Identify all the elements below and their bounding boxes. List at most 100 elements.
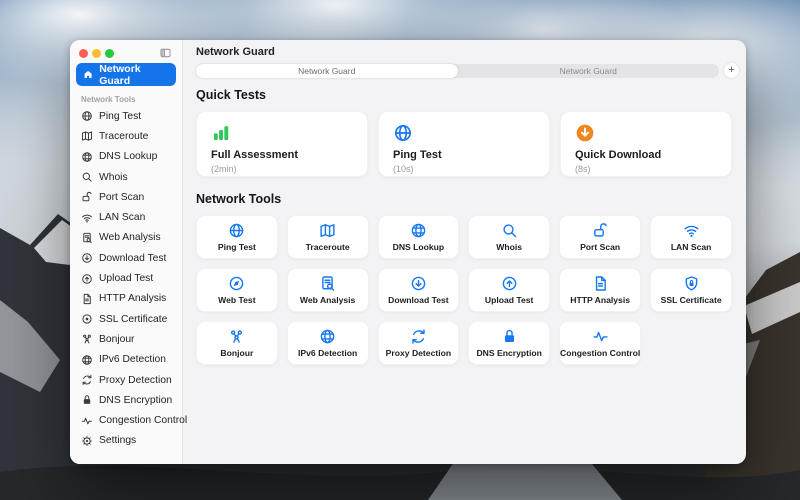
bonjour-icon	[81, 333, 93, 345]
sidebar-toggle-icon[interactable]	[158, 47, 173, 59]
add-tab-button[interactable]: +	[724, 63, 739, 78]
sidebar-item-bonjour[interactable]: Bonjour	[70, 329, 182, 349]
sidebar-footer: Settings	[70, 431, 182, 464]
tool-card-label: DNS Encryption	[476, 348, 542, 358]
tool-card-web-test[interactable]: Web Test	[196, 268, 278, 312]
sidebar-item-label: DNS Encryption	[99, 394, 173, 406]
quick-test-card-ping-test[interactable]: Ping Test (10s)	[378, 111, 550, 177]
sidebar-item-settings[interactable]: Settings	[70, 431, 182, 451]
sidebar-item-upload-test[interactable]: Upload Test	[70, 268, 182, 288]
zoom-button[interactable]	[105, 48, 114, 58]
sidebar-item-label: Port Scan	[99, 191, 145, 203]
tool-card-label: Whois	[496, 242, 523, 252]
minimize-button[interactable]	[92, 48, 101, 58]
tool-card-ipv6-detection[interactable]: IPv6 Detection	[286, 321, 369, 365]
globe-grid-icon	[410, 222, 427, 239]
sidebar-item-traceroute[interactable]: Traceroute	[70, 126, 182, 146]
sidebar-item-network-guard-selected[interactable]: Network Guard	[76, 63, 176, 87]
quick-test-duration: (8s)	[575, 164, 591, 174]
tool-card-label: Upload Test	[484, 295, 534, 305]
tab-label: Network Guard	[559, 65, 617, 76]
sidebar-header	[70, 40, 182, 58]
sidebar-item-label: Congestion Control	[99, 415, 188, 427]
sidebar-item-label: Ping Test	[99, 110, 142, 122]
tool-card-label: Traceroute	[305, 242, 350, 252]
document-search-icon	[319, 275, 336, 292]
document-search-icon	[81, 232, 93, 244]
search-icon	[501, 222, 518, 239]
sidebar-item-download-test[interactable]: Download Test	[70, 248, 182, 268]
tool-card-traceroute[interactable]: Traceroute	[286, 215, 369, 259]
sidebar-item-list: Ping Test Traceroute DNS Lookup Whois Port S…	[70, 106, 187, 431]
gear-icon	[81, 435, 93, 447]
tool-card-label: Proxy Detection	[385, 348, 452, 358]
tab-label: Network Guard	[298, 65, 356, 76]
arrow-up-circle-icon	[81, 273, 93, 285]
tool-card-label: DNS Lookup	[392, 242, 445, 252]
tool-card-label: Port Scan	[580, 242, 621, 252]
lock-open-icon	[81, 191, 93, 203]
quick-tests-row: Full Assessment (2min) Ping Test (10s) Quick…	[196, 111, 732, 177]
tool-card-download-test[interactable]: Download Test	[377, 268, 460, 312]
tab-network-guard-1[interactable]: Network Guard	[196, 63, 458, 78]
sidebar-item-label: Download Test	[99, 252, 167, 264]
tool-card-whois[interactable]: Whois	[468, 215, 551, 259]
tool-card-ssl-certificate[interactable]: SSL Certificate	[650, 268, 732, 312]
window-title: Network Guard	[196, 46, 275, 58]
shield-lock-icon	[683, 275, 700, 292]
sidebar-item-congestion-control[interactable]: Congestion Control	[70, 410, 187, 430]
sidebar-item-ssl-certificate[interactable]: SSL Certificate	[70, 309, 182, 329]
globe-grid-icon	[81, 151, 93, 163]
sidebar-item-proxy-detection[interactable]: Proxy Detection	[70, 370, 182, 390]
sidebar-item-http-analysis[interactable]: HTTP Analysis	[70, 289, 182, 309]
search-icon	[81, 171, 93, 183]
globe-grid-icon	[81, 354, 93, 366]
sidebar-item-label: Web Analysis	[99, 232, 161, 244]
tool-card-dns-lookup[interactable]: DNS Lookup	[377, 215, 460, 259]
compass-icon	[228, 275, 245, 292]
sidebar-item-dns-lookup[interactable]: DNS Lookup	[70, 147, 182, 167]
globe-icon	[81, 110, 93, 122]
sidebar-item-label: Proxy Detection	[99, 374, 172, 386]
sidebar-item-label: LAN Scan	[99, 212, 146, 224]
tool-card-congestion-control[interactable]: Congestion Control	[559, 321, 642, 365]
sidebar-item-lan-scan[interactable]: LAN Scan	[70, 207, 182, 227]
sidebar-item-port-scan[interactable]: Port Scan	[70, 187, 182, 207]
bar-chart-icon	[211, 123, 231, 143]
tool-card-label: Download Test	[388, 295, 449, 305]
main-area: Network Guard Network Guard Network Guar…	[183, 40, 746, 464]
tool-card-dns-encryption[interactable]: DNS Encryption	[468, 321, 551, 365]
pulse-icon	[592, 328, 609, 345]
close-button[interactable]	[79, 48, 88, 58]
tab-bar: Network Guard Network Guard	[196, 63, 720, 78]
tool-card-upload-test[interactable]: Upload Test	[468, 268, 551, 312]
arrow-up-circle-icon	[501, 275, 518, 292]
house-icon	[83, 69, 93, 80]
traffic-lights	[79, 48, 114, 58]
sidebar-item-ipv6-detection[interactable]: IPv6 Detection	[70, 350, 182, 370]
sidebar-item-label: IPv6 Detection	[99, 354, 166, 366]
tool-card-proxy-detection[interactable]: Proxy Detection	[377, 321, 460, 365]
quick-test-title: Quick Download	[575, 149, 662, 161]
tool-card-label: LAN Scan	[670, 242, 712, 252]
globe-grid-icon	[319, 328, 336, 345]
tool-card-bonjour[interactable]: Bonjour	[196, 321, 278, 365]
quick-test-card-full-assessment[interactable]: Full Assessment (2min)	[196, 111, 368, 177]
quick-test-duration: (2min)	[211, 164, 237, 174]
sidebar-item-whois[interactable]: Whois	[70, 167, 182, 187]
tool-card-label: Web Test	[218, 295, 256, 305]
tab-network-guard-2[interactable]: Network Guard	[458, 64, 720, 78]
tool-card-ping-test[interactable]: Ping Test	[196, 215, 278, 259]
refresh-icon	[81, 374, 93, 386]
tool-card-lan-scan[interactable]: LAN Scan	[650, 215, 732, 259]
sidebar-item-ping-test[interactable]: Ping Test	[70, 106, 182, 126]
sidebar-item-dns-encryption[interactable]: DNS Encryption	[70, 390, 182, 410]
tool-card-web-analysis[interactable]: Web Analysis	[286, 268, 369, 312]
sidebar-item-web-analysis[interactable]: Web Analysis	[70, 228, 182, 248]
tool-card-http-analysis[interactable]: HTTP Analysis	[559, 268, 642, 312]
quick-test-card-quick-download[interactable]: Quick Download (8s)	[560, 111, 732, 177]
wifi-icon	[81, 212, 93, 224]
tab-row: Network Guard Network Guard +	[183, 57, 746, 78]
map-icon	[81, 130, 93, 142]
tool-card-port-scan[interactable]: Port Scan	[559, 215, 642, 259]
